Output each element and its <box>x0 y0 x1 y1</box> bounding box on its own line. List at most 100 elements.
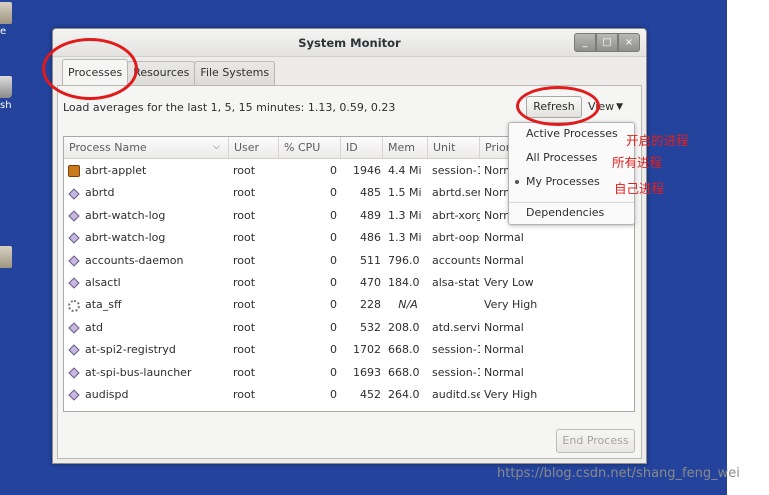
process-icon <box>68 322 80 334</box>
cell-id: 532 <box>360 320 381 334</box>
cell-priority: Normal <box>484 320 524 334</box>
cell-id: 452 <box>360 387 381 401</box>
menu-separator <box>509 202 634 203</box>
column-id[interactable]: ID <box>341 137 383 159</box>
cell-unit: accounts- <box>432 253 480 267</box>
menu-item-my-processes[interactable]: My Processes <box>526 175 600 188</box>
highlight-oval-processes-tab <box>42 38 138 100</box>
desktop-icon-trash[interactable]: sh <box>0 76 12 111</box>
cell-unit: session-1 <box>432 164 480 177</box>
cell-id: 1946 <box>353 164 381 177</box>
home-folder-icon <box>0 2 12 24</box>
process-icon <box>68 389 80 401</box>
watermark: https://blog.csdn.net/shang_feng_wei <box>497 466 740 481</box>
radio-selected-icon <box>515 180 519 184</box>
cell-mem: 208.0 <box>388 320 420 334</box>
cell-id: 485 <box>360 186 381 200</box>
cell-mem: 264.0 <box>388 387 420 401</box>
table-row[interactable]: at-spi2-registryd root 0 1702 668.0 session-1… <box>64 339 634 361</box>
table-row[interactable]: at-spi-bus-launcher root 0 1693 668.0 session… <box>64 362 634 384</box>
process-icon <box>68 232 80 245</box>
cell-mem: 1.3 Mi <box>388 231 422 245</box>
cell-process-name: atd <box>64 317 229 339</box>
desktop-icon-home[interactable]: e <box>0 2 12 37</box>
process-icon <box>68 277 80 289</box>
cell-unit: abrt-oops <box>432 231 480 245</box>
cell-process-name: accounts-daemon <box>64 250 229 272</box>
cell-cpu: 0 <box>330 164 337 177</box>
minimize-button[interactable]: _ <box>574 33 596 52</box>
maximize-button[interactable]: □ <box>596 33 618 52</box>
table-row[interactable]: audispd root 0 452 264.0 auditd.service Very H… <box>64 384 634 406</box>
cell-id: 486 <box>360 231 381 245</box>
cell-user: root <box>233 343 256 357</box>
cell-cpu: 0 <box>330 275 337 289</box>
cell-process-name: abrt-watch-log <box>64 227 229 249</box>
desktop-icon-label: sh <box>0 100 12 111</box>
highlight-oval-refresh <box>516 86 600 126</box>
cell-priority: Normal <box>484 343 524 357</box>
column-cpu[interactable]: % CPU <box>279 137 341 159</box>
cell-mem: 4.4 Mi <box>388 164 422 177</box>
menu-item-dependencies[interactable]: Dependencies <box>526 206 604 219</box>
close-button[interactable]: × <box>618 33 640 52</box>
cell-cpu: 0 <box>330 231 337 245</box>
cell-process-name: abrt-watch-log <box>64 205 229 227</box>
tab-file-systems[interactable]: File Systems <box>194 61 276 85</box>
window-title: System Monitor <box>298 36 401 50</box>
cell-process-name: ata_sff <box>64 294 229 316</box>
cell-unit: abrtd.service <box>432 186 480 200</box>
cell-cpu: 0 <box>330 186 337 200</box>
cell-id: 1702 <box>353 343 381 357</box>
cell-process-name: at-spi2-registryd <box>64 339 229 361</box>
menu-item-all-processes[interactable]: All Processes <box>526 151 597 164</box>
annotation-active-processes: 开启的进程 <box>626 133 689 148</box>
cell-cpu: 0 <box>330 365 337 379</box>
cell-priority: Very High <box>484 298 538 312</box>
cell-user: root <box>233 298 256 312</box>
table-row[interactable]: alsactl root 0 470 184.0 alsa-state Very Low <box>64 272 634 294</box>
process-icon <box>68 187 80 200</box>
cell-cpu: 0 <box>330 208 337 222</box>
desktop-icon-label: e <box>0 26 7 37</box>
cell-id: 228 <box>360 298 381 312</box>
process-icon <box>68 344 80 356</box>
cell-id: 511 <box>360 253 381 267</box>
column-user[interactable]: User <box>229 137 279 159</box>
desktop-icon-drive[interactable] <box>0 246 12 268</box>
cell-user: root <box>233 387 256 401</box>
trash-icon <box>0 76 12 98</box>
table-row[interactable]: accounts-daemon root 0 511 796.0 accounts- Nor… <box>64 250 634 272</box>
table-row[interactable]: ata_sff root 0 228 N/A Very High <box>64 294 634 316</box>
column-unit[interactable]: Unit <box>428 137 480 159</box>
cell-id: 1693 <box>353 365 381 379</box>
cell-cpu: 0 <box>330 298 337 312</box>
cell-mem: 1.3 Mi <box>388 208 422 222</box>
window-controls: _ □ × <box>574 33 640 52</box>
drive-icon <box>0 246 12 268</box>
annotation-my-processes: 自己进程 <box>614 181 665 196</box>
menu-item-active-processes[interactable]: Active Processes <box>526 127 618 140</box>
process-icon <box>68 367 80 379</box>
cell-process-name: alsactl <box>64 272 229 294</box>
cell-process-name: abrtd <box>64 182 229 204</box>
cell-mem: 1.5 Mi <box>388 186 422 200</box>
cell-priority: Very Low <box>484 275 534 289</box>
cell-user: root <box>233 208 256 222</box>
cell-process-name: at-spi-bus-launcher <box>64 362 229 384</box>
cell-mem: 796.0 <box>388 253 420 267</box>
column-mem[interactable]: Mem <box>383 137 428 159</box>
cell-process-name: audispd <box>64 384 229 406</box>
table-row[interactable]: atdroot 0 532 208.0 atd.service Normal <box>64 317 634 339</box>
titlebar[interactable]: System Monitor _ □ × <box>53 29 646 57</box>
cell-unit: atd.service <box>432 320 480 334</box>
end-process-button[interactable]: End Process <box>556 429 635 453</box>
chevron-down-icon: ▼ <box>616 102 624 112</box>
column-process-name[interactable]: Process Name ⌵ <box>64 137 229 159</box>
cell-mem: 668.0 <box>388 343 420 357</box>
cell-user: root <box>233 320 256 334</box>
table-row[interactable]: abrt-watch-log root 0 486 1.3 Mi abrt-oops Nor… <box>64 227 634 249</box>
cell-mem: 668.0 <box>388 365 420 379</box>
cell-user: root <box>233 253 256 267</box>
annotation-all-processes: 所有进程 <box>612 155 663 170</box>
